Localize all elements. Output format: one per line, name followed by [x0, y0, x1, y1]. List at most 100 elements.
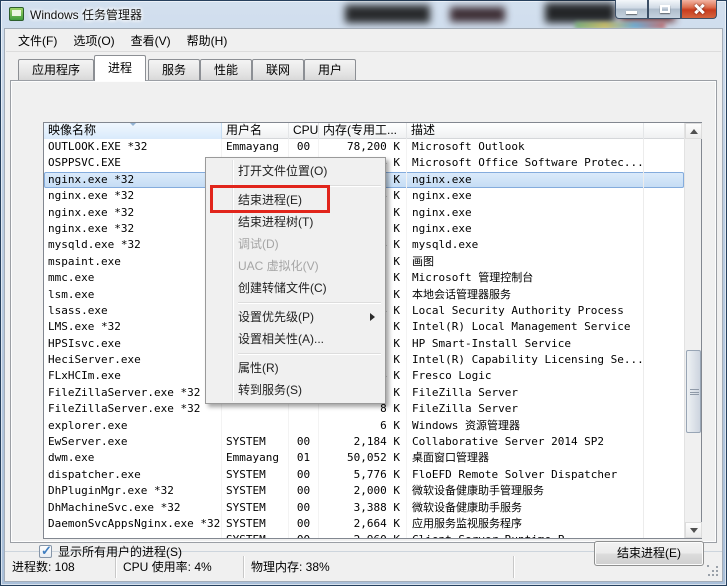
maximize-button[interactable]	[648, 0, 681, 19]
cell-cpu: 01	[289, 450, 319, 466]
scrollbar-grip-icon	[690, 389, 699, 395]
cell-desc: 画图	[407, 254, 644, 270]
cell-desc: Intel(R) Capability Licensing Se...	[407, 352, 644, 368]
cell-cpu: 00	[289, 532, 319, 538]
cell-cpu: 00	[289, 467, 319, 483]
cell-desc: nginx.exe	[407, 188, 644, 204]
table-row[interactable]: SYSTEM002,960 KClient Server Runtime P..…	[44, 532, 684, 538]
cell-mem: 2,000 K	[319, 483, 407, 499]
glass-artifact	[545, 3, 615, 23]
tab-用户[interactable]: 用户	[304, 59, 356, 81]
end-process-button[interactable]: 结束进程(E)	[594, 541, 704, 566]
context-menu: 打开文件位置(O)结束进程(E)结束进程树(T)调试(D)UAC 虚拟化(V)创…	[205, 157, 386, 404]
scroll-down-button[interactable]	[685, 522, 702, 538]
cell-name: lsass.exe	[44, 303, 222, 319]
resize-grip-icon[interactable]	[707, 565, 719, 577]
scroll-up-button[interactable]	[685, 123, 702, 139]
cell-mem: 6 K	[319, 418, 407, 434]
cell-name: nginx.exe *32	[44, 188, 222, 204]
context-menu-item: 调试(D)	[208, 233, 383, 255]
menubar-item[interactable]: 文件(F)	[10, 29, 65, 52]
context-menu-item[interactable]: 创建转储文件(C)	[208, 277, 383, 299]
title-bar: Windows 任务管理器	[0, 0, 727, 28]
table-row[interactable]: explorer.exe6 KWindows 资源管理器	[44, 418, 684, 434]
cell-desc: Local Security Authority Process	[407, 303, 644, 319]
column-header[interactable]: 映像名称	[44, 123, 222, 139]
cell-desc: 微软设备健康助手服务	[407, 500, 644, 516]
cell-desc: Microsoft Outlook	[407, 139, 644, 155]
cell-mem: 78,200 K	[319, 139, 407, 155]
vertical-scrollbar[interactable]	[684, 123, 701, 538]
cell-name: nginx.exe *32	[44, 172, 222, 188]
column-header[interactable]: 用户名	[222, 123, 289, 139]
cell-name: explorer.exe	[44, 418, 222, 434]
context-menu-item[interactable]: 属性(R)	[208, 357, 383, 379]
minimize-button[interactable]	[615, 0, 648, 19]
cell-mem: 3,388 K	[319, 500, 407, 516]
minimize-icon	[626, 11, 637, 14]
context-menu-item[interactable]: 打开文件位置(O)	[208, 160, 383, 182]
cell-cpu: 00	[289, 434, 319, 450]
menu-separator	[208, 299, 383, 306]
list-header: 映像名称用户名CPU内存(专用工...描述	[44, 123, 684, 139]
show-all-users-row: ✓ 显示所有用户的进程(S)	[39, 543, 182, 560]
maximize-icon	[660, 5, 670, 13]
menu-bar: 文件(F)选项(O)查看(V)帮助(H)	[6, 30, 721, 52]
close-button[interactable]	[681, 0, 717, 19]
caption-buttons	[615, 0, 717, 19]
context-menu-item: UAC 虚拟化(V)	[208, 255, 383, 277]
menubar-item[interactable]: 选项(O)	[65, 29, 122, 52]
table-row[interactable]: dwm.exeEmmayang0150,052 K桌面窗口管理器	[44, 450, 684, 466]
tab-服务[interactable]: 服务	[148, 59, 200, 81]
cell-name: DaemonSvcAppsNginx.exe *32	[44, 516, 222, 532]
checkmark-icon: ✓	[41, 543, 52, 559]
cell-cpu: 00	[289, 483, 319, 499]
column-header[interactable]: 内存(专用工...	[319, 123, 407, 139]
table-row[interactable]: OUTLOOK.EXE *32Emmayang0078,200 KMicroso…	[44, 139, 684, 155]
cell-name: FileZillaServer.exe *32	[44, 401, 222, 417]
show-all-users-checkbox[interactable]: ✓	[39, 545, 52, 558]
tab-应用程序[interactable]: 应用程序	[18, 59, 94, 81]
glass-artifact	[450, 7, 505, 22]
cell-user	[222, 418, 289, 434]
tab-联网[interactable]: 联网	[252, 59, 304, 81]
table-row[interactable]: DaemonSvcAppsNginx.exe *32SYSTEM002,664 …	[44, 516, 684, 532]
cell-name	[44, 532, 222, 538]
cell-desc: FileZilla Server	[407, 385, 644, 401]
show-all-users-label: 显示所有用户的进程(S)	[58, 543, 182, 560]
table-row[interactable]: DhPluginMgr.exe *32SYSTEM002,000 K微软设备健康…	[44, 483, 684, 499]
task-manager-app-icon	[9, 7, 24, 21]
column-header[interactable]: CPU	[289, 123, 319, 139]
cell-user: SYSTEM	[222, 483, 289, 499]
column-header[interactable]: 描述	[407, 123, 644, 139]
tab-进程[interactable]: 进程	[94, 55, 146, 81]
cell-desc: FloEFD Remote Solver Dispatcher	[407, 467, 644, 483]
context-menu-item[interactable]: 转到服务(S)	[208, 379, 383, 401]
cell-name: FLxHCIm.exe	[44, 368, 222, 384]
table-row[interactable]: dispatcher.exeSYSTEM005,776 KFloEFD Remo…	[44, 467, 684, 483]
close-icon	[693, 3, 705, 15]
cell-name: mspaint.exe	[44, 254, 222, 270]
scrollbar-thumb[interactable]	[686, 350, 701, 433]
cell-name: OUTLOOK.EXE *32	[44, 139, 222, 155]
context-menu-item[interactable]: 结束进程树(T)	[208, 211, 383, 233]
tab-性能[interactable]: 性能	[200, 59, 252, 81]
cell-cpu: 00	[289, 139, 319, 155]
menubar-item[interactable]: 查看(V)	[123, 29, 179, 52]
cell-mem: 5,776 K	[319, 467, 407, 483]
cell-cpu: 00	[289, 516, 319, 532]
column-header-filler	[644, 123, 684, 139]
tab-strip: 应用程序进程服务性能联网用户	[12, 55, 715, 81]
table-row[interactable]: DhMachineSvc.exe *32SYSTEM003,388 K微软设备健…	[44, 500, 684, 516]
cell-user: Emmayang	[222, 139, 289, 155]
cell-desc: HP Smart-Install Service	[407, 336, 644, 352]
cell-mem: 2,960 K	[319, 532, 407, 538]
context-menu-item[interactable]: 设置优先级(P)	[208, 306, 383, 328]
cell-name: DhPluginMgr.exe *32	[44, 483, 222, 499]
table-row[interactable]: EwServer.exeSYSTEM002,184 KCollaborative…	[44, 434, 684, 450]
menu-separator	[208, 350, 383, 357]
context-menu-item[interactable]: 设置相关性(A)...	[208, 328, 383, 350]
cell-user: SYSTEM	[222, 467, 289, 483]
menubar-item[interactable]: 帮助(H)	[179, 29, 236, 52]
cell-user: SYSTEM	[222, 434, 289, 450]
